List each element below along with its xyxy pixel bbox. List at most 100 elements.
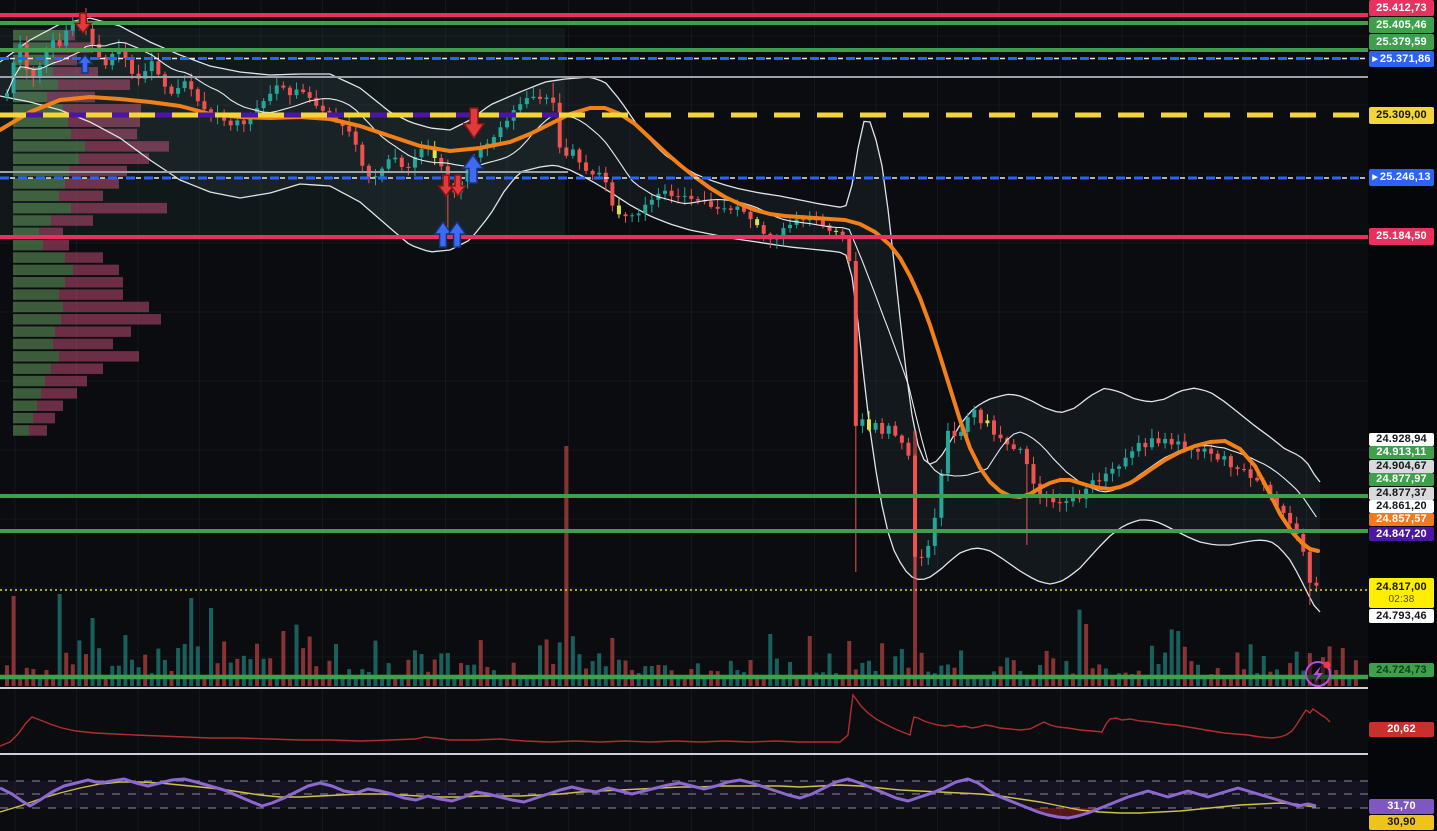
- volume-bar: [156, 649, 160, 686]
- volume-bar: [1005, 658, 1009, 686]
- volume-bar: [433, 659, 437, 686]
- pane-separator[interactable]: [0, 753, 1437, 755]
- candle-body: [176, 88, 180, 94]
- price-label-text: 31,70: [1387, 801, 1416, 812]
- volume-bar: [97, 648, 101, 686]
- volume-bar: [1347, 679, 1351, 686]
- candle-body: [229, 121, 233, 126]
- volume-bar: [558, 642, 562, 686]
- candle-body: [966, 417, 970, 432]
- quick-trade-button[interactable]: [1306, 662, 1331, 687]
- candle-body: [58, 40, 62, 45]
- profile-sell-bar: [33, 413, 55, 424]
- volume-bar: [880, 643, 884, 686]
- volume-bar: [1051, 658, 1055, 686]
- volume-bar: [749, 660, 753, 686]
- candle-body: [709, 201, 713, 207]
- volume-bar: [591, 661, 595, 686]
- candle-body: [854, 261, 858, 426]
- candle-body: [1130, 451, 1134, 457]
- volume-bar: [459, 663, 463, 686]
- candle-body: [887, 426, 891, 434]
- candle-body: [1222, 456, 1226, 459]
- volume-bar: [617, 660, 621, 686]
- candle-body: [893, 426, 897, 436]
- profile-sell-bar: [43, 240, 69, 251]
- volume-bar: [1045, 651, 1049, 686]
- price-axis-label: 24.724,73: [1369, 663, 1434, 677]
- candle-body: [321, 106, 325, 111]
- price-axis-label: 24.793,46: [1369, 609, 1434, 623]
- volume-bar: [143, 655, 147, 686]
- chart-pane[interactable]: [0, 0, 1437, 831]
- candle-body: [860, 419, 864, 425]
- volume-bar: [387, 663, 391, 686]
- volume-bar: [781, 679, 785, 686]
- candle-body: [1203, 449, 1207, 452]
- candle-body: [1255, 478, 1259, 481]
- volume-bar: [1288, 663, 1292, 686]
- volume-bar: [255, 644, 259, 686]
- profile-buy-bar: [13, 314, 61, 325]
- price-axis[interactable]: 25.412,7325.405,4625.379,59▶25.371,8625.…: [1368, 0, 1437, 831]
- volume-bar: [229, 663, 233, 686]
- volume-bar: [867, 661, 871, 686]
- candle-body: [663, 191, 667, 194]
- price-label-text: 25.246,13: [1380, 172, 1431, 183]
- candle-body: [847, 237, 851, 261]
- candle-body: [867, 419, 871, 429]
- candle-body: [360, 145, 364, 166]
- profile-buy-bar: [13, 141, 85, 152]
- alert-price-label[interactable]: ▶25.246,13: [1369, 169, 1434, 186]
- volume-bar: [1235, 653, 1239, 686]
- profile-sell-bar: [59, 191, 103, 202]
- profile-buy-bar: [13, 302, 63, 313]
- candle-body: [926, 546, 930, 558]
- candle-body: [1143, 443, 1147, 447]
- volume-bar: [189, 598, 193, 686]
- profile-sell-bar: [61, 314, 161, 325]
- profile-sell-bar: [45, 376, 87, 387]
- price-label-text: 24.904,67: [1376, 461, 1427, 472]
- price-label-text: 24.817,00: [1376, 582, 1427, 593]
- alert-price-label[interactable]: ▶25.371,86: [1369, 51, 1434, 67]
- candle-body: [749, 212, 753, 219]
- candle-body: [1288, 513, 1292, 523]
- candle-body: [1117, 466, 1121, 468]
- candle-body: [1170, 439, 1174, 445]
- volume-bar: [183, 644, 187, 686]
- candle-body: [953, 431, 957, 436]
- price-label-text: 24.877,37: [1376, 488, 1427, 499]
- candle-body: [834, 231, 838, 232]
- current-price-label[interactable]: 24.817,0002:38: [1369, 578, 1434, 608]
- profile-sell-bar: [53, 339, 113, 350]
- candle-body: [972, 410, 976, 417]
- price-label-text: 25.184,50: [1376, 231, 1427, 242]
- profile-buy-bar: [13, 215, 51, 226]
- candle-body: [308, 92, 312, 98]
- pane-separator[interactable]: [0, 687, 1437, 689]
- candle-body: [347, 126, 351, 131]
- candle-body: [1051, 498, 1055, 502]
- candle-body: [183, 81, 187, 88]
- profile-buy-bar: [13, 326, 55, 337]
- volume-bar: [913, 431, 917, 686]
- candle-body: [1308, 552, 1312, 583]
- volume-bar: [795, 679, 799, 686]
- candle-body: [505, 121, 509, 128]
- volume-bar: [775, 659, 779, 686]
- candle-body: [1282, 506, 1286, 513]
- candle-body: [781, 228, 785, 236]
- candle-body: [729, 208, 733, 210]
- candle-body: [518, 104, 522, 110]
- profile-buy-bar: [13, 401, 37, 412]
- profile-sell-bar: [63, 302, 149, 313]
- profile-sell-bar: [51, 215, 93, 226]
- candle-body: [716, 207, 720, 209]
- candle-body: [281, 86, 285, 88]
- volume-bar: [900, 649, 904, 686]
- volume-bar: [814, 673, 818, 686]
- volume-bar: [196, 646, 200, 686]
- volume-bar: [64, 653, 68, 686]
- price-label-text: 25.405,46: [1376, 20, 1427, 31]
